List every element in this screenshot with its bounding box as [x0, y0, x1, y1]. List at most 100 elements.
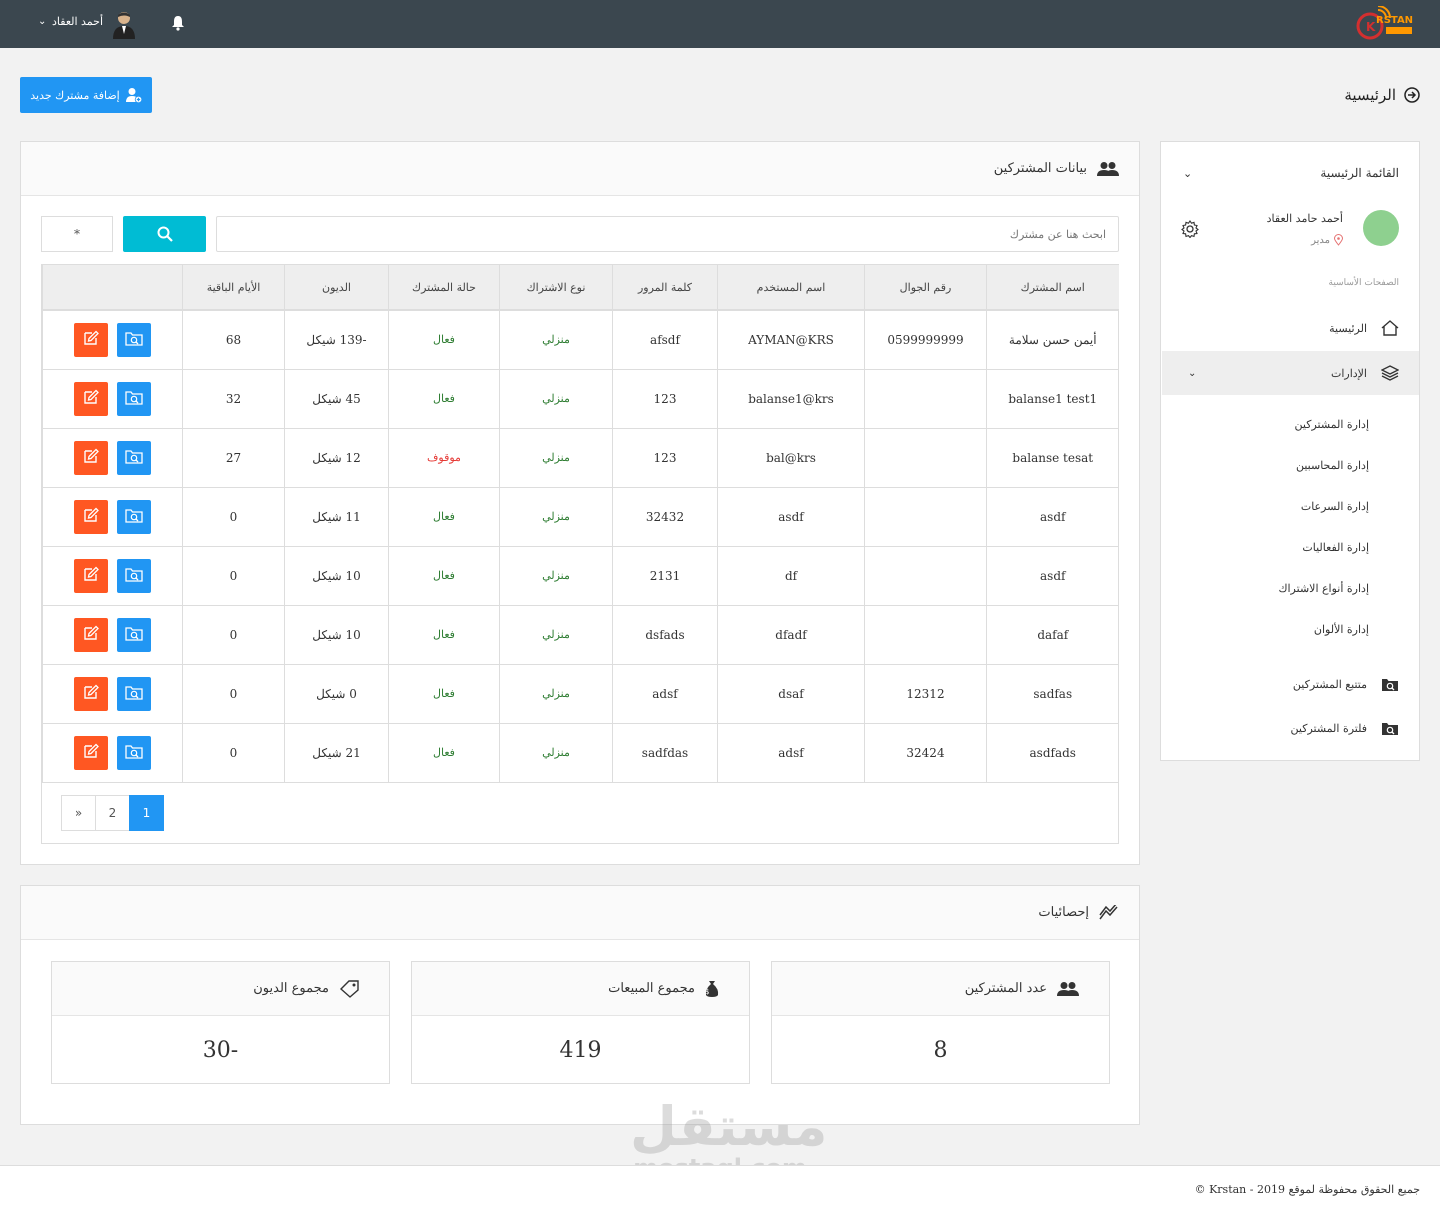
sidebar-subitem-accountants[interactable]: إدارة المحاسبين — [1296, 459, 1369, 472]
subscribers-card-header: بيانات المشتركين — [21, 142, 1139, 196]
stat-header: عدد المشتركين — [772, 962, 1109, 1016]
chevron-down-icon[interactable]: ⌄ — [38, 16, 46, 27]
sidebar-avatar — [1363, 210, 1399, 246]
edit-icon — [83, 625, 99, 644]
view-button[interactable] — [117, 322, 151, 357]
pagination: » 2 1 — [61, 795, 164, 831]
gear-icon[interactable] — [1181, 220, 1199, 238]
cell-type: منزلي — [499, 428, 613, 488]
folder-search-icon — [125, 743, 143, 762]
sidebar-subitem-subscription-types[interactable]: إدارة أنواع الاشتراك — [1278, 582, 1369, 595]
statistics-card-title: إحصائيات — [1038, 905, 1089, 920]
edit-icon — [83, 684, 99, 703]
column-header — [42, 265, 183, 311]
view-button[interactable] — [117, 617, 151, 652]
add-user-icon — [125, 88, 142, 103]
view-button[interactable] — [117, 381, 151, 416]
cell-mobile — [864, 428, 987, 488]
cell-password: 123 — [612, 369, 718, 429]
cell-name: asdf — [986, 546, 1119, 606]
column-header: اسم المستخدم — [717, 265, 865, 311]
add-subscriber-button[interactable]: إضافة مشترك جديد — [20, 77, 152, 113]
users-icon — [1057, 981, 1079, 996]
krstan-logo[interactable]: RSTAN K — [1356, 6, 1420, 42]
edit-icon — [83, 566, 99, 585]
table-row: asdfads 32424 adsf sadfdas منزلي فعال 21 شيكل 0 — [42, 723, 1119, 783]
table-row: balanse1 test1 balanse1@krs 123 منزلي فعال 45… — [42, 369, 1119, 429]
edit-button[interactable] — [74, 676, 108, 711]
user-menu-name[interactable]: أحمد العقاد — [52, 15, 103, 28]
row-actions — [43, 676, 182, 711]
stat-label: مجموع المبيعات — [608, 981, 695, 996]
sidebar-subitem-subscribers[interactable]: إدارة المشتركين — [1295, 418, 1369, 431]
pagination-page-1[interactable]: 1 — [129, 795, 164, 831]
user-avatar[interactable] — [111, 9, 137, 39]
cell-status: فعال — [388, 487, 500, 547]
bell-icon[interactable] — [171, 15, 185, 31]
sidebar-subitem-colors[interactable]: إدارة الألوان — [1314, 623, 1369, 636]
edit-button[interactable] — [74, 322, 108, 357]
row-actions — [43, 322, 182, 357]
sidebar-item-management[interactable]: الإدارات ⌄ — [1162, 351, 1419, 395]
edit-button[interactable] — [74, 499, 108, 534]
cell-username: dfadf — [717, 605, 865, 665]
stat-header: $ مجموع المبيعات — [412, 962, 749, 1016]
cell-debt: 0 شيكل — [284, 664, 389, 724]
cell-username: asdf — [717, 487, 865, 547]
edit-button[interactable] — [74, 381, 108, 416]
sidebar-item-home[interactable]: الرئيسية — [1162, 306, 1419, 350]
view-button[interactable] — [117, 735, 151, 770]
stat-header: مجموع الديون — [52, 962, 389, 1016]
cell-actions — [42, 428, 183, 488]
cell-debt: 10 شيكل — [284, 605, 389, 665]
svg-text:K: K — [1366, 20, 1376, 34]
edit-button[interactable] — [74, 440, 108, 475]
sidebar-item-tracking[interactable]: متتبع المشتركين — [1162, 662, 1419, 706]
add-subscriber-label: إضافة مشترك جديد — [30, 88, 120, 102]
edit-button[interactable] — [74, 735, 108, 770]
sidebar-subitem-speeds[interactable]: إدارة السرعات — [1301, 500, 1369, 513]
view-button[interactable] — [117, 558, 151, 593]
chevron-down-icon[interactable]: ⌄ — [1188, 368, 1196, 379]
chevron-down-icon[interactable]: ⌄ — [1183, 167, 1192, 180]
stat-label: عدد المشتركين — [964, 981, 1047, 996]
pagination-page-2[interactable]: 2 — [95, 795, 130, 831]
cell-days: 0 — [182, 664, 285, 724]
arrow-circle-right-icon[interactable] — [1404, 87, 1420, 103]
search-bar: * — [41, 216, 1119, 252]
view-button[interactable] — [117, 499, 151, 534]
view-button[interactable] — [117, 440, 151, 475]
edit-button[interactable] — [74, 558, 108, 593]
stat-debts-total: مجموع الديون 30- — [51, 961, 390, 1084]
cell-mobile — [864, 369, 987, 429]
table-row: sadfas 12312 dsaf adsf منزلي فعال 0 شيكل 0 — [42, 664, 1119, 724]
folder-search-icon — [1382, 723, 1398, 735]
tag-icon — [339, 979, 359, 998]
home-icon — [1381, 320, 1399, 336]
folder-search-icon — [125, 389, 143, 408]
search-input[interactable] — [216, 216, 1119, 252]
view-button[interactable] — [117, 676, 151, 711]
cell-type: منزلي — [499, 369, 613, 429]
cell-status: فعال — [388, 546, 500, 606]
pagination-next[interactable]: » — [61, 795, 96, 831]
cell-type: منزلي — [499, 487, 613, 547]
statistics-card-header: إحصائيات — [21, 886, 1139, 940]
trending-icon — [1099, 904, 1118, 919]
cell-mobile: 12312 — [864, 664, 987, 724]
row-actions — [43, 440, 182, 475]
cell-status: فعال — [388, 605, 500, 665]
column-header: اسم المشترك — [986, 265, 1119, 311]
cell-status: فعال — [388, 310, 500, 370]
cell-status: فعال — [388, 723, 500, 783]
sidebar-item-filter[interactable]: فلترة المشتركين — [1162, 706, 1419, 750]
search-button[interactable] — [123, 216, 206, 252]
row-actions — [43, 499, 182, 534]
edit-button[interactable] — [74, 617, 108, 652]
stat-value: 419 — [559, 1037, 602, 1063]
subscribers-table: اسم المشترك رقم الجوال اسم المستخدم كلمة ال… — [42, 265, 1119, 783]
footer: جميع الحقوق محفوظة لموقع 2019 - Krstan © — [0, 1165, 1440, 1213]
wildcard-button[interactable]: * — [41, 216, 113, 252]
sidebar: القائمة الرئيسية ⌄ أحمد حامد العقاد مدير… — [1160, 141, 1420, 761]
sidebar-subitem-events[interactable]: إدارة الفعاليات — [1302, 541, 1369, 554]
